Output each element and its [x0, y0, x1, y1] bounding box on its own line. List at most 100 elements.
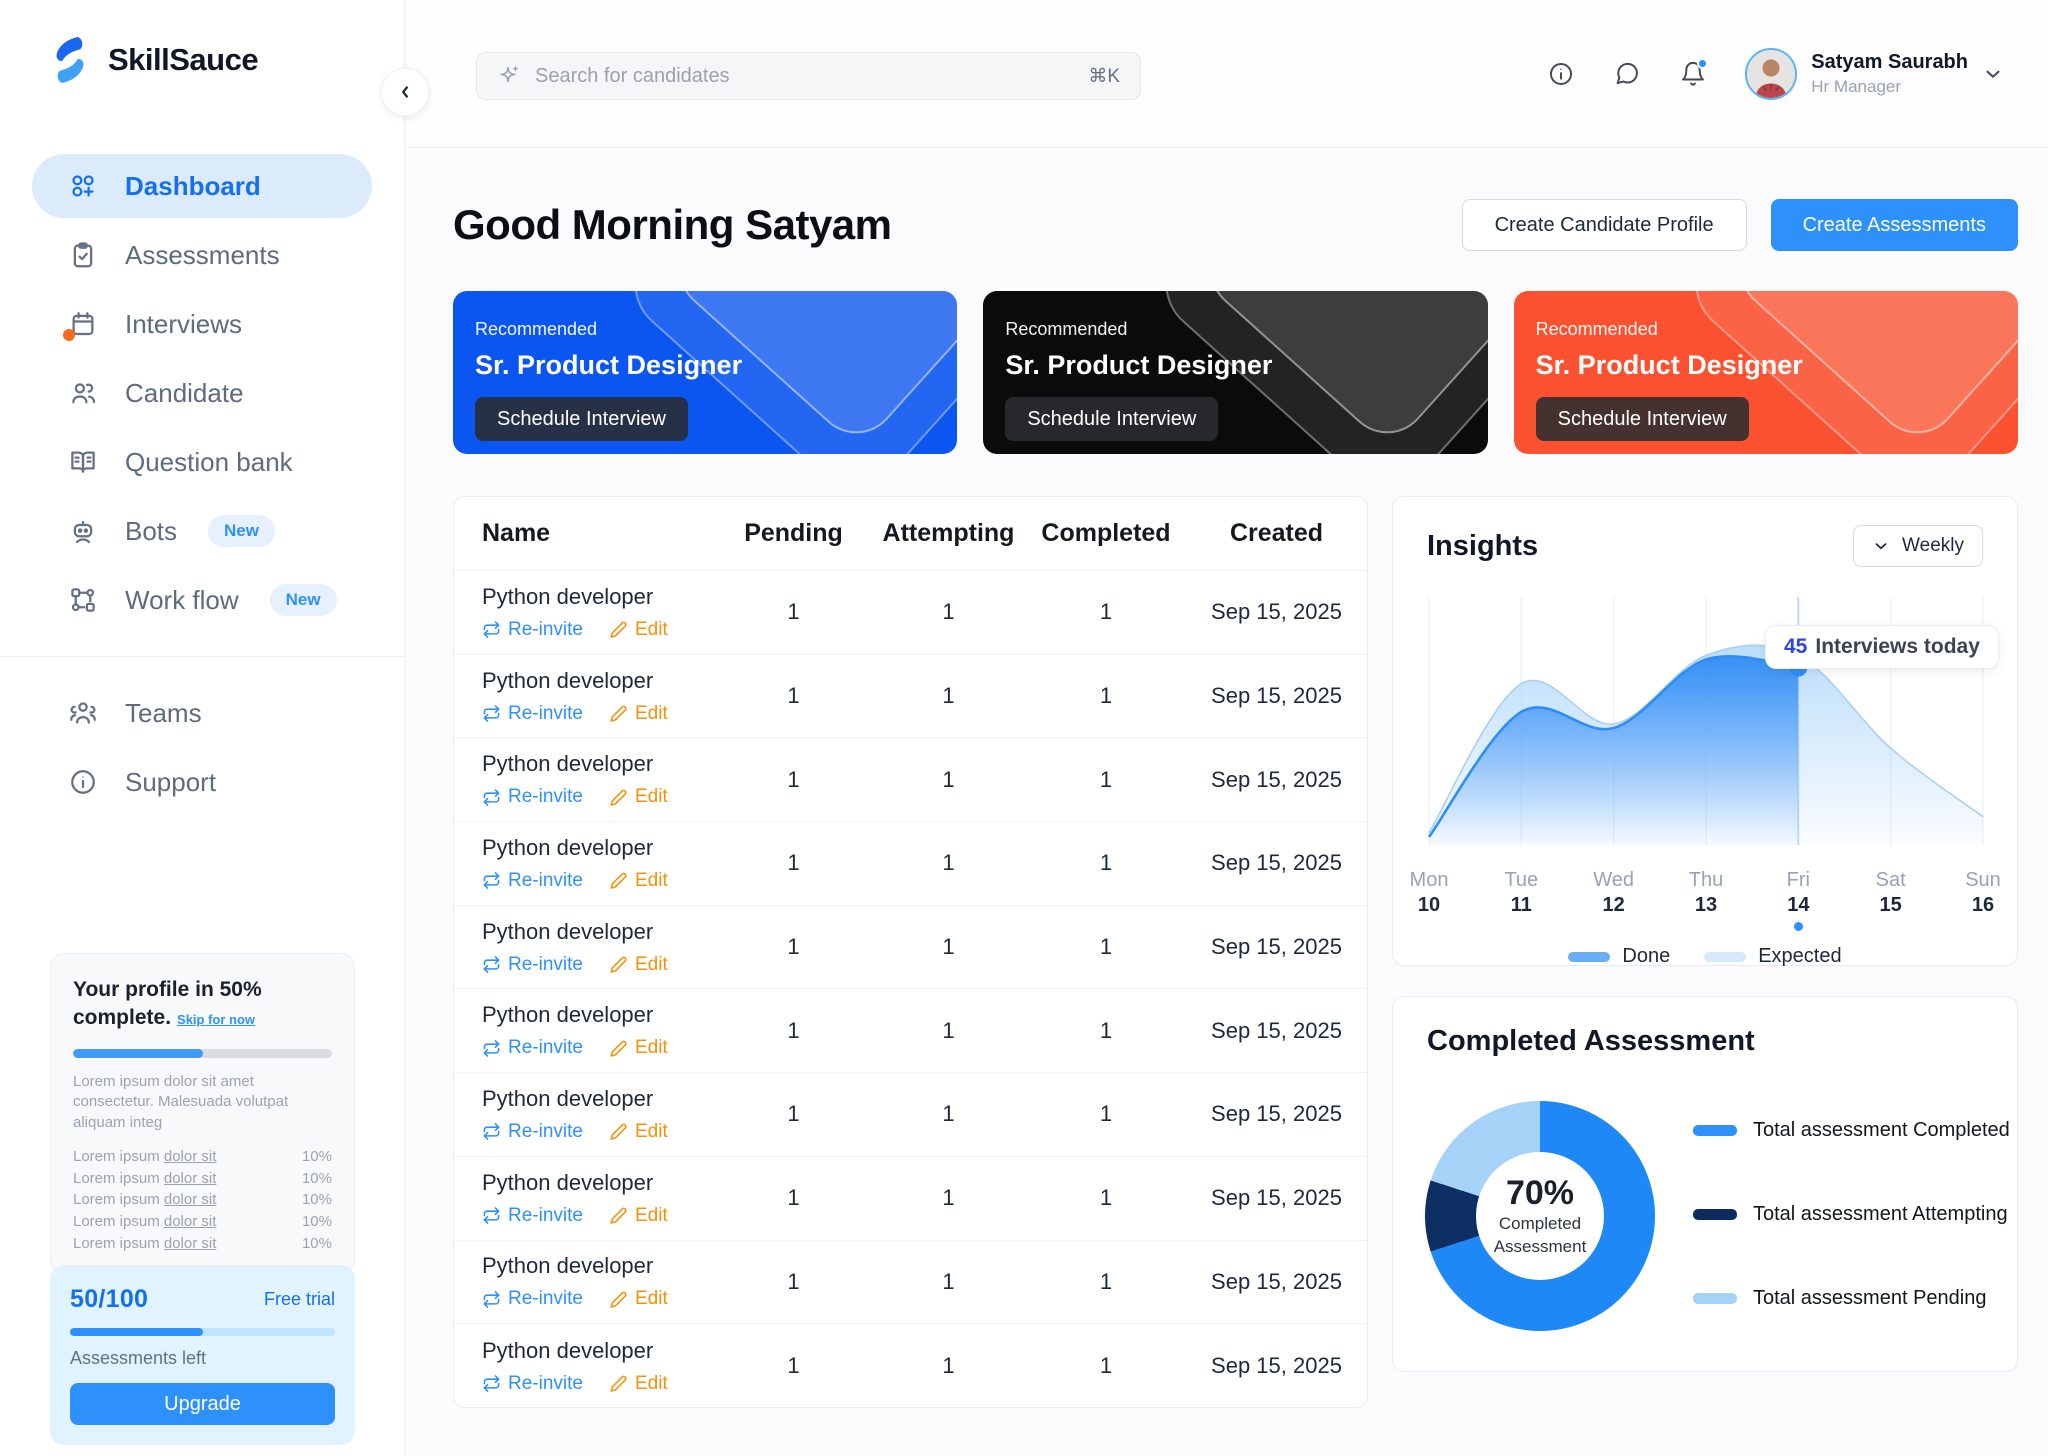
schedule-interview-button[interactable]: Schedule Interview [475, 397, 688, 441]
repeat-icon [482, 1374, 501, 1393]
completed-value: 1 [1026, 683, 1186, 709]
profile-checklist-item: Lorem ipsum dolor sit10% [73, 1168, 332, 1190]
reinvite-link[interactable]: Re-invite [482, 703, 583, 725]
table-row: Python developerRe-inviteEdit111Sep 15, … [454, 1073, 1367, 1157]
reinvite-link[interactable]: Re-invite [482, 870, 583, 892]
upgrade-button[interactable]: Upgrade [70, 1383, 335, 1425]
pencil-icon [609, 1122, 628, 1141]
notification-dot [63, 329, 75, 341]
attempting-value: 1 [871, 599, 1026, 625]
sidebar-item-question-bank[interactable]: Question bank [32, 430, 372, 494]
created-value: Sep 15, 2025 [1186, 1269, 1367, 1295]
sidebar-item-label: Bots [125, 516, 177, 547]
checklist-link[interactable]: dolor sit [164, 1213, 217, 1230]
schedule-interview-button[interactable]: Schedule Interview [1536, 397, 1749, 441]
edit-link[interactable]: Edit [609, 870, 668, 892]
search-input[interactable] [535, 65, 1074, 88]
create-candidate-profile-button[interactable]: Create Candidate Profile [1462, 199, 1747, 251]
trial-caption: Assessments left [70, 1348, 335, 1369]
edit-link[interactable]: Edit [609, 1288, 668, 1310]
user-menu[interactable]: Satyam Saurabh Hr Manager [1745, 48, 2004, 100]
pending-value: 1 [716, 1269, 871, 1295]
candidate-name: Python developer [482, 751, 716, 777]
sidebar-item-candidate[interactable]: Candidate [32, 361, 372, 425]
x-axis-label-fri: Fri14 [1753, 869, 1843, 931]
column-header-created: Created [1186, 519, 1367, 548]
checklist-link[interactable]: dolor sit [164, 1235, 217, 1252]
clipboard-icon [68, 240, 98, 270]
secondary-nav: Teams Support [0, 681, 404, 814]
x-axis-label-sat: Sat15 [1846, 869, 1936, 917]
sidebar-item-support[interactable]: Support [32, 750, 372, 814]
info-icon[interactable] [1547, 60, 1575, 88]
checklist-link[interactable]: dolor sit [164, 1191, 217, 1208]
avatar [1745, 48, 1797, 100]
repeat-icon [482, 955, 501, 974]
attempting-value: 1 [871, 1101, 1026, 1127]
repeat-icon [482, 1122, 501, 1141]
trial-progress-bar [70, 1328, 335, 1336]
trial-count: 50/100 [70, 1285, 148, 1314]
checklist-link[interactable]: dolor sit [164, 1148, 217, 1165]
attempting-value: 1 [871, 934, 1026, 960]
sidebar-item-label: Teams [125, 698, 202, 729]
pencil-icon [609, 620, 628, 639]
schedule-interview-button[interactable]: Schedule Interview [1005, 397, 1218, 441]
sidebar-item-label: Interviews [125, 309, 242, 340]
notifications-bell-icon[interactable] [1679, 60, 1707, 88]
reinvite-link[interactable]: Re-invite [482, 1121, 583, 1143]
edit-link[interactable]: Edit [609, 1205, 668, 1227]
edit-link[interactable]: Edit [609, 786, 668, 808]
trial-label: Free trial [264, 1289, 335, 1310]
chevron-down-icon [1872, 537, 1890, 555]
edit-link[interactable]: Edit [609, 1121, 668, 1143]
table-header-row: NamePendingAttemptingCompletedCreated [454, 497, 1367, 571]
sidebar-item-work-flow[interactable]: Work flowNew [32, 568, 372, 632]
dashboard-icon [68, 171, 98, 201]
reinvite-link[interactable]: Re-invite [482, 1288, 583, 1310]
create-assessments-button[interactable]: Create Assessments [1771, 199, 2018, 251]
reinvite-link[interactable]: Re-invite [482, 1205, 583, 1227]
reinvite-link[interactable]: Re-invite [482, 1373, 583, 1395]
reinvite-link[interactable]: Re-invite [482, 954, 583, 976]
today-indicator-dot [1794, 922, 1803, 931]
table-row: Python developerRe-inviteEdit111Sep 15, … [454, 1324, 1367, 1408]
chat-icon[interactable] [1613, 60, 1641, 88]
trial-progress-fill [70, 1328, 203, 1336]
edit-link[interactable]: Edit [609, 619, 668, 641]
edit-link[interactable]: Edit [609, 954, 668, 976]
reinvite-link[interactable]: Re-invite [482, 786, 583, 808]
reinvite-link[interactable]: Re-invite [482, 1037, 583, 1059]
bot-icon [68, 516, 98, 546]
pending-value: 1 [716, 1101, 871, 1127]
donut-center-value: 70% [1506, 1174, 1574, 1213]
weekly-range-selector[interactable]: Weekly [1853, 525, 1983, 567]
workflow-icon [68, 585, 98, 615]
sidebar-item-interviews[interactable]: Interviews [32, 292, 372, 356]
x-axis-label-thu: Thu13 [1661, 869, 1751, 917]
sidebar-collapse-button[interactable] [381, 68, 429, 116]
checklist-value: 10% [302, 1211, 332, 1233]
legend-chip [1704, 952, 1746, 962]
sidebar-item-assessments[interactable]: Assessments [32, 223, 372, 287]
skip-for-now-link[interactable]: Skip for now [177, 1012, 255, 1027]
recommended-tag: Recommended [1005, 319, 1487, 340]
sidebar-item-dashboard[interactable]: Dashboard [32, 154, 372, 218]
bot-icon [68, 516, 98, 546]
attempting-value: 1 [871, 1353, 1026, 1379]
donut-legend-item: Total assessment Pending [1693, 1287, 2010, 1310]
attempting-value: 1 [871, 767, 1026, 793]
sidebar-item-bots[interactable]: BotsNew [32, 499, 372, 563]
table-row: Python developerRe-inviteEdit111Sep 15, … [454, 989, 1367, 1073]
sidebar-item-teams[interactable]: Teams [32, 681, 372, 745]
edit-link[interactable]: Edit [609, 703, 668, 725]
checklist-text: Lorem ipsum dolor sit [73, 1189, 216, 1211]
edit-link[interactable]: Edit [609, 1373, 668, 1395]
reinvite-link[interactable]: Re-invite [482, 619, 583, 641]
edit-link[interactable]: Edit [609, 1037, 668, 1059]
checklist-link[interactable]: dolor sit [164, 1170, 217, 1187]
created-value: Sep 15, 2025 [1186, 767, 1367, 793]
candidate-name: Python developer [482, 919, 716, 945]
book-icon [68, 447, 98, 477]
search-bar[interactable]: ⌘K [476, 52, 1141, 100]
